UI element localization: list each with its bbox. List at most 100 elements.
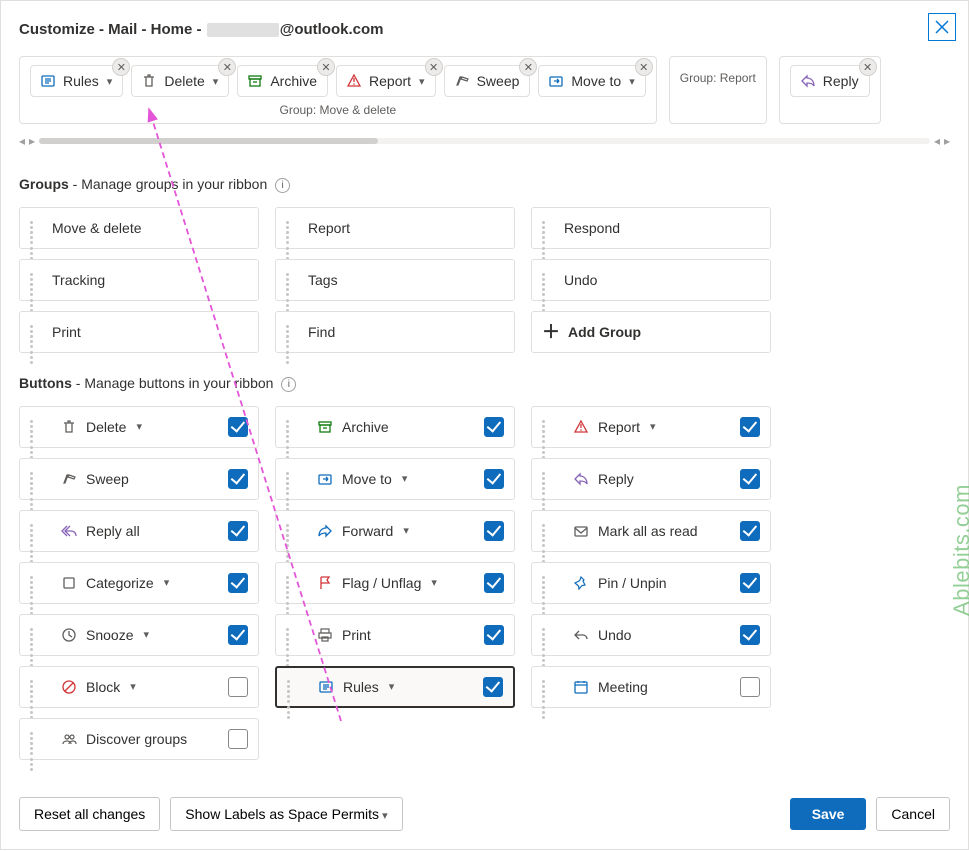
button-tile-block[interactable]: Block ▾: [19, 666, 259, 708]
scroll-left-icon[interactable]: ◂: [19, 134, 25, 148]
toggle-checkbox[interactable]: [740, 625, 760, 645]
button-tile-discover[interactable]: Discover groups: [19, 718, 259, 760]
toggle-checkbox[interactable]: [228, 417, 248, 437]
button-tile-snooze[interactable]: Snooze ▾: [19, 614, 259, 656]
toggle-checkbox[interactable]: [483, 677, 503, 697]
cancel-button[interactable]: Cancel: [876, 797, 950, 831]
show-labels-dropdown[interactable]: Show Labels as Space Permits: [170, 797, 402, 831]
button-tile-sweep[interactable]: Sweep: [19, 458, 259, 500]
drag-handle-icon[interactable]: [542, 273, 554, 286]
ribbon-button-sweep[interactable]: ✕ Sweep: [444, 65, 531, 97]
button-tile-pin[interactable]: Pin / Unpin: [531, 562, 771, 604]
toggle-checkbox[interactable]: [484, 469, 504, 489]
toggle-checkbox[interactable]: [228, 677, 248, 697]
group-tile[interactable]: Respond: [531, 207, 771, 249]
ribbon-group[interactable]: ✕ Rules ▾ ✕ Delete ▾ ✕ Archive ✕ Report …: [19, 56, 657, 124]
group-tile[interactable]: Tags: [275, 259, 515, 301]
drag-handle-icon[interactable]: [286, 576, 298, 589]
drag-handle-icon[interactable]: [30, 732, 42, 745]
drag-handle-icon[interactable]: [30, 221, 42, 234]
button-tile-archive[interactable]: Archive: [275, 406, 515, 448]
drag-handle-icon[interactable]: [542, 472, 554, 485]
button-tile-categorize[interactable]: Categorize ▾: [19, 562, 259, 604]
info-icon[interactable]: i: [281, 377, 296, 392]
group-tile[interactable]: Move & delete: [19, 207, 259, 249]
button-tile-meeting[interactable]: Meeting: [531, 666, 771, 708]
button-tile-report[interactable]: Report ▾: [531, 406, 771, 448]
reset-button[interactable]: Reset all changes: [19, 797, 160, 831]
toggle-checkbox[interactable]: [484, 417, 504, 437]
drag-handle-icon[interactable]: [542, 576, 554, 589]
button-tile-print[interactable]: Print: [275, 614, 515, 656]
scroll-right-icon[interactable]: ▸: [29, 134, 35, 148]
drag-handle-icon[interactable]: [30, 420, 42, 433]
drag-handle-icon[interactable]: [542, 524, 554, 537]
toggle-checkbox[interactable]: [484, 625, 504, 645]
toggle-checkbox[interactable]: [228, 573, 248, 593]
group-tile[interactable]: Tracking: [19, 259, 259, 301]
drag-handle-icon[interactable]: [542, 680, 554, 693]
drag-handle-icon[interactable]: [30, 325, 42, 338]
save-button[interactable]: Save: [790, 798, 867, 830]
toggle-checkbox[interactable]: [740, 521, 760, 541]
button-tile-replyall[interactable]: Reply all: [19, 510, 259, 552]
button-tile-moveto[interactable]: Move to ▾: [275, 458, 515, 500]
remove-button-icon[interactable]: ✕: [425, 58, 443, 76]
toggle-checkbox[interactable]: [740, 573, 760, 593]
ribbon-button-report[interactable]: ✕ Report ▾: [336, 65, 436, 97]
drag-handle-icon[interactable]: [542, 221, 554, 234]
ribbon-group[interactable]: ✕ Reply: [779, 56, 881, 124]
drag-handle-icon[interactable]: [286, 273, 298, 286]
button-tile-forward[interactable]: Forward ▾: [275, 510, 515, 552]
button-tile-reply[interactable]: Reply: [531, 458, 771, 500]
ribbon-button-reply[interactable]: ✕ Reply: [790, 65, 870, 97]
drag-handle-icon[interactable]: [286, 420, 298, 433]
add-group-button[interactable]: ＋Add Group: [531, 311, 771, 353]
drag-handle-icon[interactable]: [286, 524, 298, 537]
group-tile[interactable]: Find: [275, 311, 515, 353]
toggle-checkbox[interactable]: [740, 469, 760, 489]
toggle-checkbox[interactable]: [228, 625, 248, 645]
drag-handle-icon[interactable]: [30, 680, 42, 693]
scroll-right-icon-right[interactable]: ▸: [944, 134, 950, 148]
drag-handle-icon[interactable]: [542, 420, 554, 433]
ribbon-button-moveto[interactable]: ✕ Move to ▾: [538, 65, 645, 97]
remove-button-icon[interactable]: ✕: [317, 58, 335, 76]
ribbon-group[interactable]: Group: Report: [669, 56, 767, 124]
button-tile-markread[interactable]: Mark all as read: [531, 510, 771, 552]
drag-handle-icon[interactable]: [286, 221, 298, 234]
group-tile[interactable]: Report: [275, 207, 515, 249]
remove-button-icon[interactable]: ✕: [112, 58, 130, 76]
toggle-checkbox[interactable]: [740, 417, 760, 437]
toggle-checkbox[interactable]: [484, 573, 504, 593]
remove-button-icon[interactable]: ✕: [218, 58, 236, 76]
button-tile-flag[interactable]: Flag / Unflag ▾: [275, 562, 515, 604]
ribbon-button-archive[interactable]: ✕ Archive: [237, 65, 328, 97]
drag-handle-icon[interactable]: [30, 628, 42, 641]
toggle-checkbox[interactable]: [740, 677, 760, 697]
button-tile-rules[interactable]: Rules ▾: [275, 666, 515, 708]
info-icon[interactable]: i: [275, 178, 290, 193]
toggle-checkbox[interactable]: [228, 729, 248, 749]
drag-handle-icon[interactable]: [30, 472, 42, 485]
toggle-checkbox[interactable]: [228, 521, 248, 541]
ribbon-button-rules[interactable]: ✕ Rules ▾: [30, 65, 123, 97]
button-tile-delete[interactable]: Delete ▾: [19, 406, 259, 448]
scroll-left-icon-right[interactable]: ◂: [934, 134, 940, 148]
toggle-checkbox[interactable]: [228, 469, 248, 489]
drag-handle-icon[interactable]: [287, 680, 299, 693]
drag-handle-icon[interactable]: [286, 325, 298, 338]
button-tile-undo[interactable]: Undo: [531, 614, 771, 656]
drag-handle-icon[interactable]: [30, 524, 42, 537]
close-button[interactable]: [928, 13, 956, 41]
drag-handle-icon[interactable]: [30, 273, 42, 286]
remove-button-icon[interactable]: ✕: [519, 58, 537, 76]
toggle-checkbox[interactable]: [484, 521, 504, 541]
ribbon-button-delete[interactable]: ✕ Delete ▾: [131, 65, 229, 97]
drag-handle-icon[interactable]: [286, 628, 298, 641]
group-tile[interactable]: Undo: [531, 259, 771, 301]
drag-handle-icon[interactable]: [286, 472, 298, 485]
remove-button-icon[interactable]: ✕: [635, 58, 653, 76]
group-tile[interactable]: Print: [19, 311, 259, 353]
ribbon-scrollbar[interactable]: ◂ ▸ ◂ ▸: [19, 134, 950, 148]
